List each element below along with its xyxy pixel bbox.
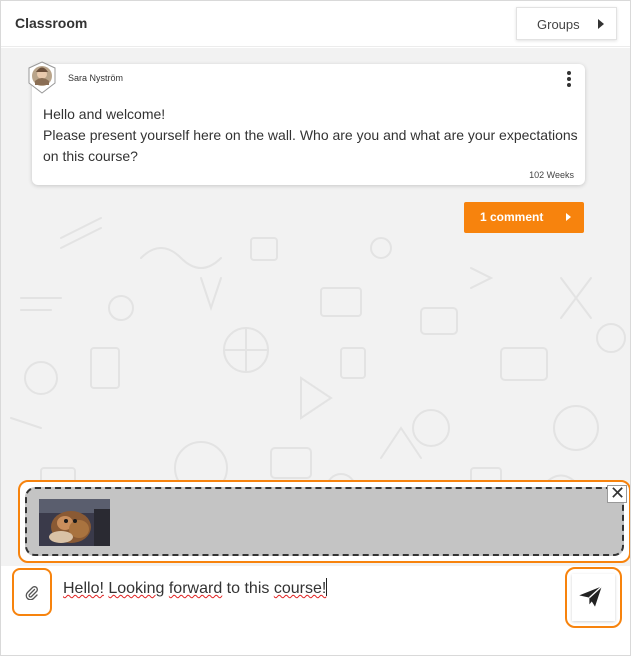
message-input[interactable]: Hello! Looking forward to this course! [63, 578, 543, 602]
groups-button-label: Groups [537, 17, 580, 32]
text-cursor [326, 578, 328, 596]
post-timestamp: 102 Weeks [529, 170, 574, 180]
header: Classroom Groups [1, 1, 630, 47]
paper-plane-icon [579, 585, 603, 607]
post-author-name[interactable]: Sara Nyström [68, 73, 123, 83]
attachment-preview-highlight [18, 480, 630, 563]
wall-post-card: Sara Nyström Hello and welcome! Please p… [28, 61, 585, 185]
remove-attachment-button[interactable]: ✕ [607, 483, 627, 503]
input-word: Looking [108, 580, 165, 597]
kebab-menu-icon[interactable] [565, 71, 573, 89]
input-word: this [244, 580, 270, 597]
paperclip-icon [25, 586, 38, 600]
attach-file-button[interactable] [12, 568, 52, 616]
comments-button-label: 1 comment [480, 210, 544, 224]
avatar[interactable] [27, 61, 57, 94]
input-word: course! [273, 580, 327, 597]
post-text-line: Please present yourself here on the wall… [43, 127, 578, 143]
input-word: Hello! [63, 580, 104, 597]
input-word: to [226, 580, 241, 597]
app-window: Classroom Groups Sara Nyström Hello and … [0, 0, 631, 656]
caret-right-icon [598, 19, 604, 29]
page-title: Classroom [15, 15, 88, 31]
attachment-dropzone[interactable] [25, 487, 624, 556]
caret-right-icon [566, 213, 571, 221]
input-word: forward [168, 580, 223, 597]
comments-button[interactable]: 1 comment [464, 202, 584, 233]
groups-button[interactable]: Groups [516, 7, 617, 40]
close-icon: ✕ [610, 483, 626, 503]
post-text-line: Hello and welcome! [43, 106, 166, 122]
attachment-thumbnail[interactable] [39, 499, 110, 546]
post-text-line: on this course? [43, 148, 138, 164]
post-body: Hello and welcome! Please present yourse… [43, 104, 583, 167]
send-button[interactable] [565, 567, 622, 628]
